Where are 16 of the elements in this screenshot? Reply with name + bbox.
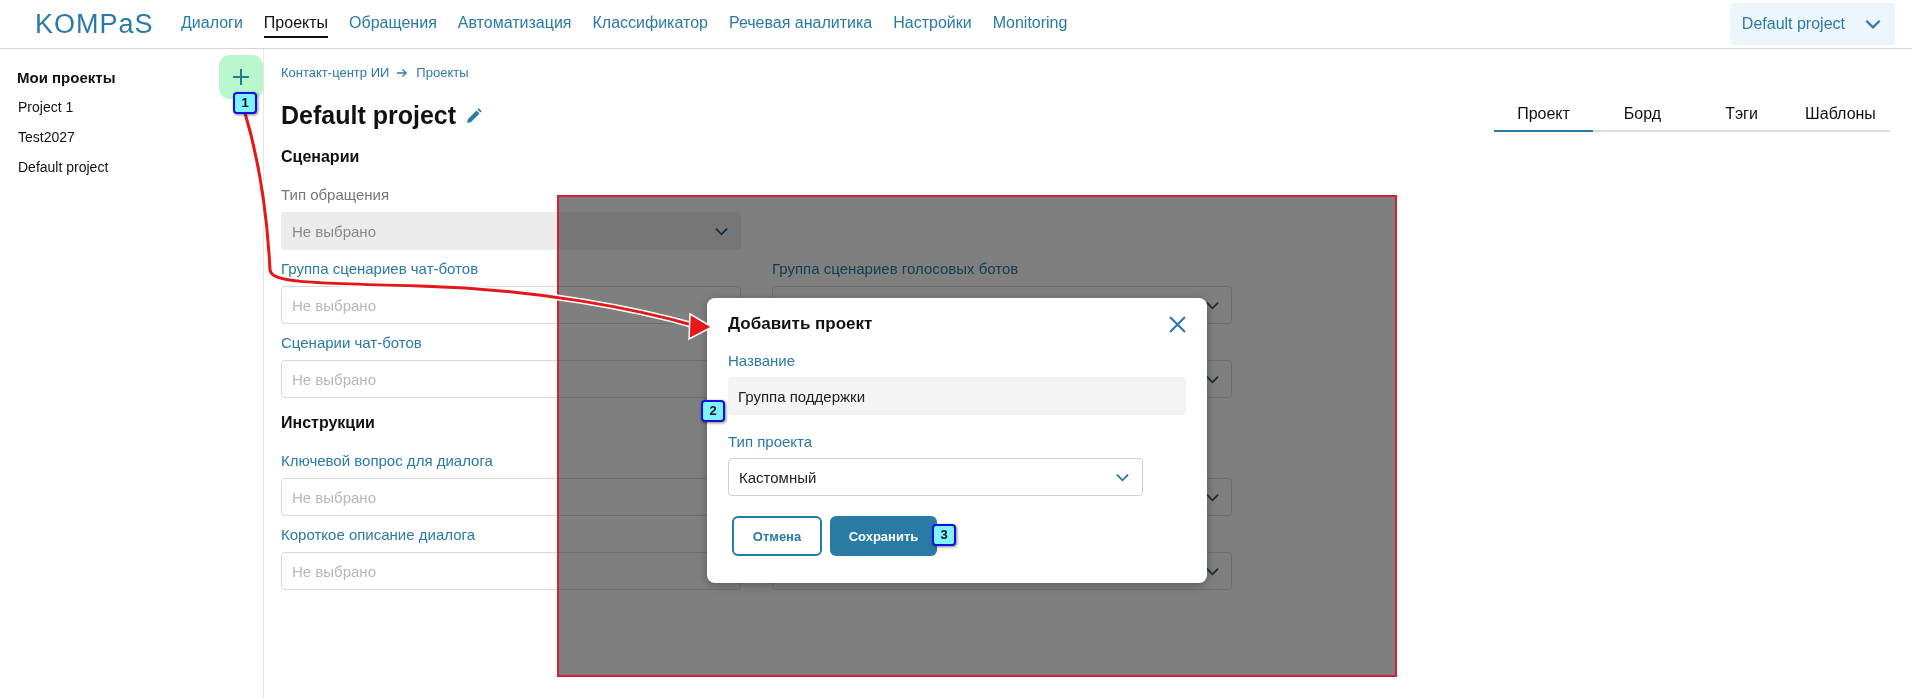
- page-title: Default project: [281, 101, 457, 130]
- field-label: Группа сценариев чат-ботов: [281, 260, 480, 278]
- section-title: Инструкции: [281, 414, 375, 432]
- callout-badge: 1: [233, 92, 257, 114]
- callout-badge: 3: [932, 524, 956, 546]
- field-label: Сценарии чат-ботов: [281, 334, 423, 352]
- logo: KOMPaS: [35, 8, 155, 40]
- field-label: Короткое описание диалога: [281, 526, 476, 544]
- section-title: Сценарии: [281, 148, 360, 166]
- field-label: Тип проекта: [728, 433, 814, 450]
- project-selector-value: Default project: [1741, 15, 1845, 33]
- callout-badge: 2: [701, 400, 725, 422]
- field-label: Группа сценариев голосовых ботов: [772, 260, 1020, 278]
- field-label: Ключевой вопрос для диалога: [281, 452, 494, 470]
- sidebar-title: Мои проекты: [17, 68, 116, 86]
- field-label: Тип обращения: [281, 186, 391, 204]
